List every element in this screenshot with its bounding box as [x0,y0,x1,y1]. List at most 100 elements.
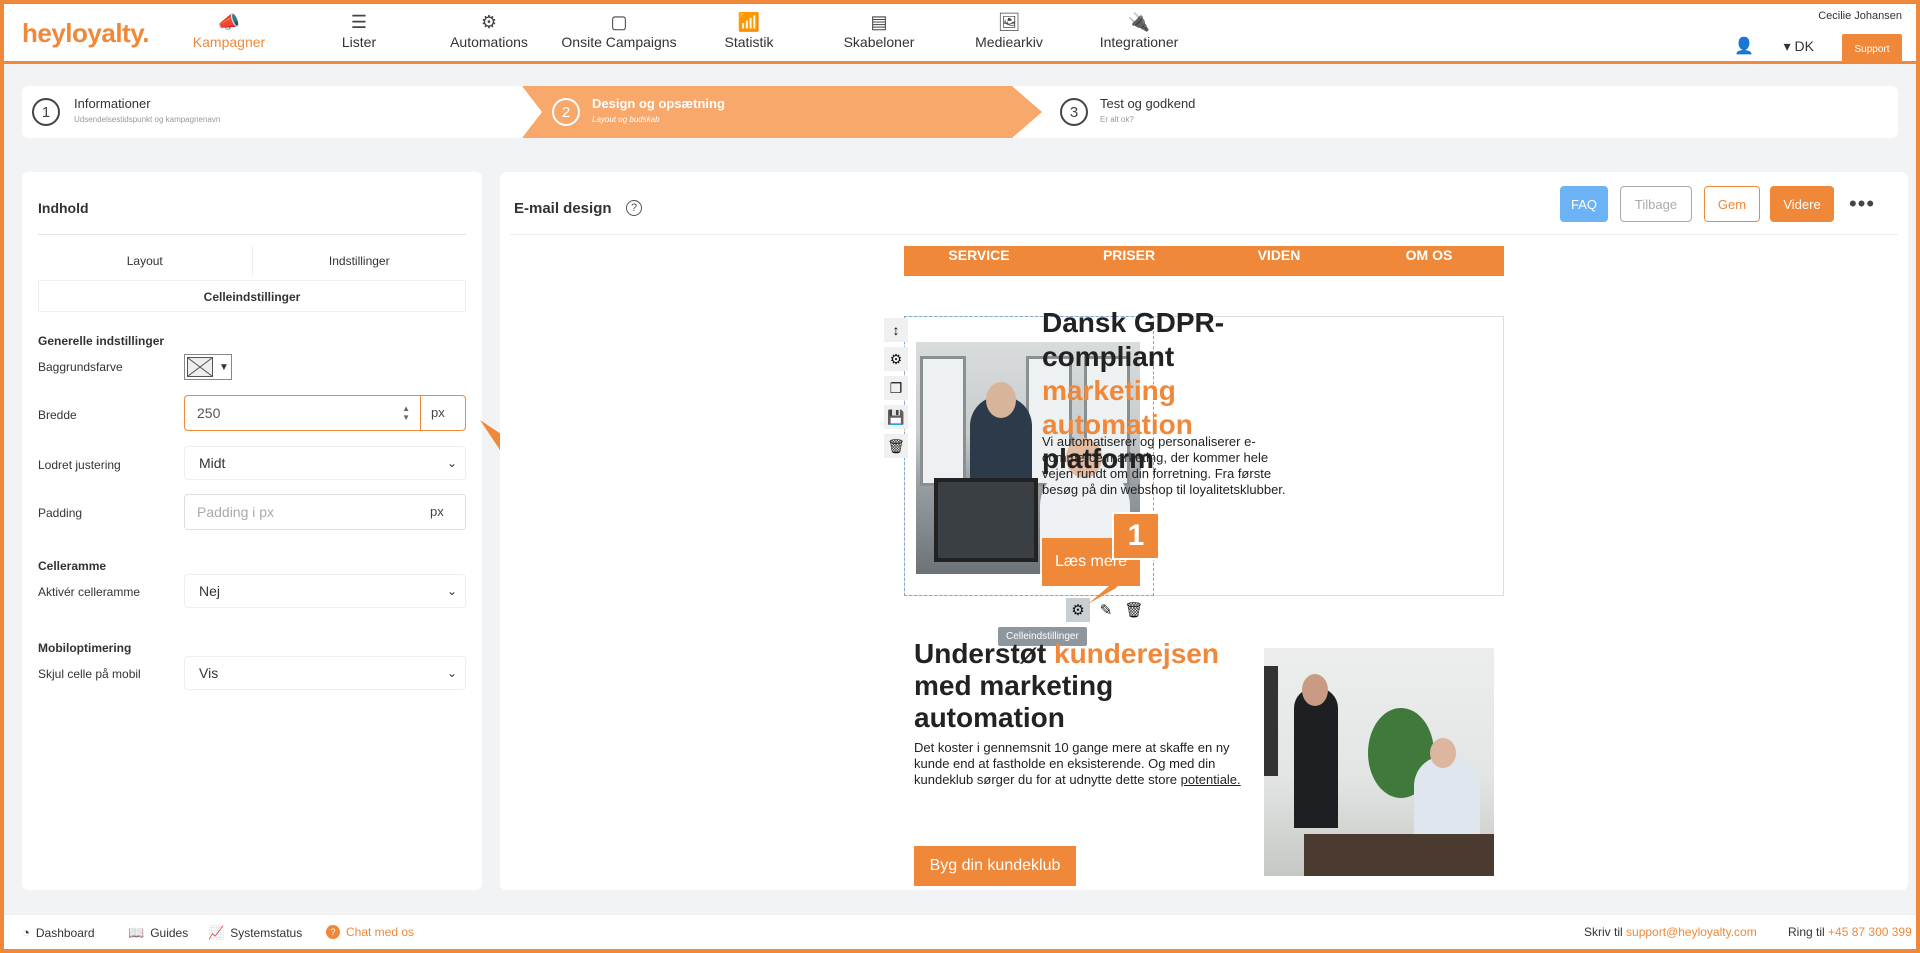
width-value: 250 [197,405,221,421]
footer-label: Dashboard [35,925,95,940]
padding-input[interactable]: Padding i px [184,494,420,530]
vertical-align-select[interactable]: Midt ⌄ [184,446,466,480]
more-options-icon[interactable]: ••• [1844,186,1880,222]
nav-statistik[interactable]: 📶 Statistik [684,10,814,58]
support-button[interactable]: Support [1842,34,1902,64]
step-design[interactable]: 2 Design og opsætning Layout og budskab [522,86,1042,138]
step-subtitle: Udsendelsestidspunkt og kampagnenavn [74,115,221,124]
tab-indstillinger[interactable]: Indstillinger [253,246,467,276]
book-icon: 📖 [128,925,145,940]
hero-paragraph: Vi automatiserer og personaliserer e-com… [1042,434,1286,497]
hide-on-mobile-select[interactable]: Vis ⌄ [184,656,466,690]
footer-dashboard[interactable]: ◔ Dashboard [22,925,95,940]
footer-label: Chat med os [346,925,415,939]
potential-link[interactable]: potentiale. [1181,772,1241,787]
window-icon: ▢ [610,12,628,32]
footer-systemstatus[interactable]: 📈 Systemstatus [208,925,302,941]
step-informationer[interactable]: 1 Informationer Udsendelsestidspunkt og … [22,86,522,138]
duplicate-icon[interactable]: ❐ [884,376,908,400]
callout-one: 1 [1112,512,1160,560]
step-subtitle: Layout og budskab [592,115,660,124]
panel-title: E-mail design [514,200,612,217]
pulse-icon: 📈 [208,925,225,940]
email-menu-bar[interactable]: SERVICE PRISER VIDEN OM OS [904,246,1504,276]
padding-input-group: Padding i px px [184,494,466,530]
step-title: Test og godkend [1100,96,1196,111]
footer-label: Ring til [1788,925,1825,939]
background-color-label: Baggrundsfarve [38,360,123,374]
main-menu: 📣 Kampagner ☰ Lister ⚙ Automations ▢ Ons… [164,10,1204,58]
width-label: Bredde [38,408,77,422]
nav-mediearkiv[interactable]: 🖼 Mediearkiv [944,10,1074,58]
heading-highlight: marketing automation [1042,375,1193,440]
support-phone-link[interactable]: +45 87 300 399 [1828,925,1912,939]
footer-contact-phone: Ring til +45 87 300 399 [1788,925,1912,939]
email-menu-item[interactable]: OM OS [1354,246,1504,276]
footer: ◔ Dashboard 📖 Guides 📈 Systemstatus ? Chat m… [4,914,1916,949]
dropdown-arrow-icon: ▼ [219,361,229,373]
nav-onsite-campaigns[interactable]: ▢ Onsite Campaigns [554,10,684,58]
cell-border-heading: Celleramme [38,559,107,573]
step-test[interactable]: 3 Test og godkend Er alt ok? [1044,86,1644,138]
plug-icon: 🔌 [1127,12,1151,32]
footer-label: Guides [150,926,189,940]
step-subtitle: Er alt ok? [1100,115,1134,124]
nav-label: Automations [450,34,528,50]
background-color-picker[interactable]: ▼ [184,354,232,380]
heading-highlight: kunderejsen [1054,638,1219,669]
back-button[interactable]: Tilbage [1620,186,1692,222]
build-club-button[interactable]: Byg din kundeklub [914,846,1076,886]
nav-label: Lister [341,34,377,50]
tab-celleindstillinger[interactable]: Celleindstillinger [38,280,466,312]
tab-layout[interactable]: Layout [38,246,253,276]
general-settings-heading: Generelle indstillinger [38,334,165,348]
heading-text: Dansk GDPR-compliant [1042,307,1225,372]
save-button[interactable]: Gem [1704,186,1760,222]
footer-contact-email: Skriv til support@heyloyalty.com [1584,925,1757,939]
footer-chat[interactable]: ? Chat med os [326,925,414,939]
chat-icon: ? [326,925,340,939]
delete-icon[interactable]: 🗑 [884,434,908,458]
heyloyalty-logo[interactable]: heyloyalty. [22,18,149,49]
cell-border-label: Aktivér celleramme [38,585,141,599]
step-number: 3 [1060,98,1088,126]
campaign-stepper: 1 Informationer Udsendelsestidspunkt og … [22,86,1898,138]
next-button[interactable]: Videre [1770,186,1834,222]
email-menu-item[interactable]: PRISER [1054,246,1204,276]
chevron-down-icon: ⌄ [446,456,457,470]
heading-text: Understøt [914,638,1054,669]
save-block-icon[interactable]: 💾 [884,405,908,429]
width-input[interactable]: 250 ▲ ▼ [184,395,420,431]
nav-label: Onsite Campaigns [561,34,677,50]
nav-integrationer[interactable]: 🔌 Integrationer [1074,10,1204,58]
email-menu-item[interactable]: SERVICE [904,246,1054,276]
email-menu-item[interactable]: VIDEN [1204,246,1354,276]
help-icon[interactable]: ? [626,200,642,216]
number-spinner-icon[interactable]: ▲ ▼ [402,404,410,422]
width-input-group: 250 ▲ ▼ px [184,395,466,431]
chevron-down-icon: ⌄ [446,584,457,598]
faq-button[interactable]: FAQ [1560,186,1608,222]
move-icon[interactable]: ↕ [884,318,908,342]
language-selector[interactable]: ▾ DK [1784,38,1814,55]
no-color-swatch-icon [187,357,213,377]
cell-border-select[interactable]: Nej ⌄ [184,574,466,608]
panel-tabs: Layout Indstillinger [38,246,466,276]
top-navigation: heyloyalty. 📣 Kampagner ☰ Lister ⚙ Autom… [4,4,1916,64]
width-unit: px [420,395,466,431]
nav-label: Integrationer [1099,34,1179,50]
user-settings-icon[interactable]: 👤 [1734,36,1754,56]
nav-automations[interactable]: ⚙ Automations [424,10,554,58]
block-settings-icon[interactable]: ⚙ [884,347,908,371]
divider [510,234,1898,235]
nav-skabeloner[interactable]: ▤ Skabeloner [814,10,944,58]
hide-on-mobile-value: Vis [199,665,219,681]
vertical-align-label: Lodret justering [38,458,121,472]
nav-kampagner[interactable]: 📣 Kampagner [164,10,294,58]
support-email-link[interactable]: support@heyloyalty.com [1626,925,1757,939]
nav-lister[interactable]: ☰ Lister [294,10,424,58]
footer-guides[interactable]: 📖 Guides [128,925,188,941]
step-number: 2 [552,98,580,126]
second-heading: Understøt kunderejsen med marketing auto… [914,638,1254,734]
gears-icon: ⚙ [480,12,498,32]
